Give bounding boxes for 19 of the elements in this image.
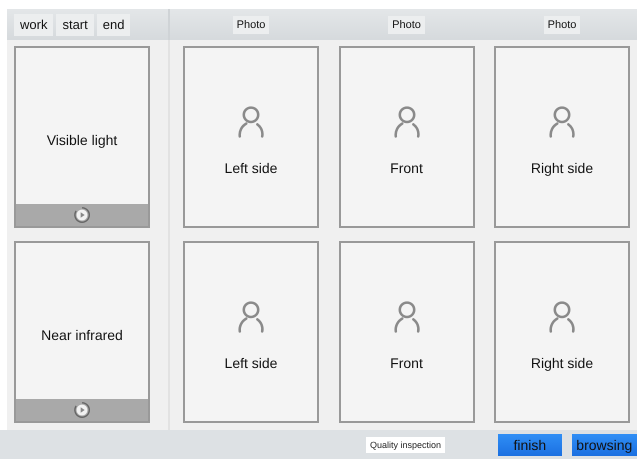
photo-label: Left side	[224, 355, 278, 371]
column-heading: Photo	[388, 16, 425, 34]
column-heading: Photo	[544, 16, 580, 34]
photo-label: Right side	[530, 355, 594, 371]
photo-label: Front	[390, 355, 423, 371]
video-label: Near infrared	[41, 327, 123, 343]
play-icon[interactable]	[73, 401, 91, 419]
toolbar-button[interactable]: start	[56, 14, 94, 36]
video-label: Visible light	[46, 132, 118, 148]
photo-label: Front	[390, 160, 423, 176]
column-heading: Photo	[232, 16, 270, 34]
status-label: Quality inspection	[366, 436, 446, 452]
toolbar-button[interactable]: end	[96, 14, 130, 36]
play-icon[interactable]	[73, 206, 91, 224]
footer-button[interactable]: finish	[498, 434, 562, 456]
toolbar-button[interactable]: work	[14, 14, 54, 36]
footer-button[interactable]: browsing	[572, 434, 637, 456]
photo-label: Right side	[530, 160, 594, 176]
photo-label: Left side	[224, 160, 278, 176]
